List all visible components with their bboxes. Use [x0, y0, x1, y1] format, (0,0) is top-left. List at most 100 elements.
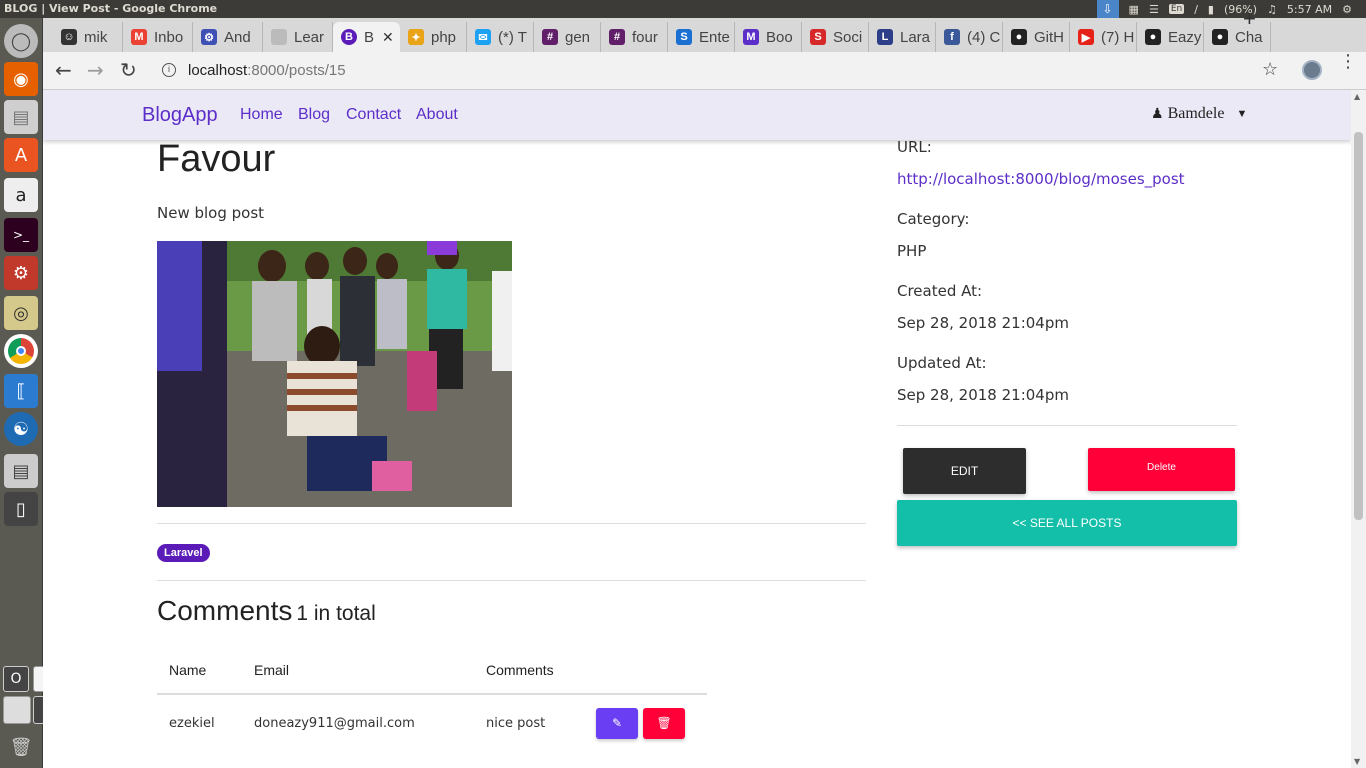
- download-icon[interactable]: ⇩: [1096, 0, 1119, 18]
- volume-icon[interactable]: ♫: [1267, 3, 1277, 16]
- workspace-blank-2[interactable]: [3, 696, 31, 724]
- amazon-icon[interactable]: a: [4, 178, 38, 212]
- scrollbar-thumb[interactable]: [1354, 132, 1363, 520]
- tag-badge[interactable]: Laravel: [157, 544, 210, 562]
- disk-icon[interactable]: ◎: [4, 296, 38, 330]
- tab-label: (7) H: [1101, 28, 1135, 46]
- browser-tab[interactable]: Lear: [263, 22, 333, 52]
- browser-tab[interactable]: L Lara: [869, 22, 936, 52]
- browser-tab[interactable]: # gen: [534, 22, 601, 52]
- bookmark-star-icon[interactable]: ☆: [1262, 59, 1278, 80]
- tab-favicon-icon: ●: [1011, 29, 1027, 45]
- accessibility-icon[interactable]: ☯: [4, 412, 38, 446]
- profile-avatar[interactable]: [1302, 60, 1322, 80]
- browser-tab[interactable]: ● Cha: [1204, 22, 1271, 52]
- brand-link[interactable]: BlogApp: [142, 104, 218, 127]
- power-gear-icon[interactable]: ⚙: [1342, 3, 1352, 16]
- battery-icon[interactable]: ▮: [1208, 3, 1214, 16]
- tab-favicon-icon: ✉: [475, 29, 491, 45]
- trash-icon: 🗑: [656, 716, 672, 730]
- created-value: Sep 28, 2018 21:04pm: [897, 314, 1069, 332]
- created-label: Created At:: [897, 282, 983, 300]
- nav-about[interactable]: About: [416, 106, 458, 124]
- edit-comment-button[interactable]: ✎: [596, 708, 638, 739]
- dash-home-icon[interactable]: ◯: [4, 24, 38, 58]
- url-host: localhost: [188, 61, 248, 79]
- workspace-switcher-icon[interactable]: ▦: [1129, 3, 1139, 16]
- close-tab-icon[interactable]: ✕: [382, 29, 394, 46]
- wifi-icon[interactable]: ☰: [1149, 3, 1159, 16]
- post-url-link[interactable]: http://localhost:8000/blog/moses_post: [897, 170, 1185, 188]
- drive-icon[interactable]: ▤: [4, 454, 38, 488]
- tab-label: Soci: [833, 28, 863, 46]
- vscode-icon[interactable]: ⟦: [4, 374, 38, 408]
- column-header-actions: [596, 646, 707, 695]
- tab-favicon-icon: #: [542, 29, 558, 45]
- delete-comment-button[interactable]: 🗑: [643, 708, 686, 739]
- post-title: Favour: [157, 138, 276, 180]
- workspace-left[interactable]: O: [3, 666, 29, 692]
- browser-tab[interactable]: ☺ mik: [53, 22, 123, 52]
- settings-icon[interactable]: ⚙: [4, 256, 38, 290]
- chrome-menu-icon[interactable]: ⋮: [1339, 53, 1357, 71]
- comment-text: nice post: [486, 716, 546, 731]
- chrome-icon[interactable]: [4, 334, 38, 368]
- browser-tab[interactable]: M Boo: [735, 22, 802, 52]
- browser-tab[interactable]: S Soci: [802, 22, 869, 52]
- tab-label: Boo: [766, 28, 793, 46]
- bluetooth-icon[interactable]: ∕: [1194, 3, 1198, 16]
- tab-label: Lara: [900, 28, 931, 46]
- column-header-comments: Comments: [474, 646, 596, 695]
- reload-button[interactable]: ↻: [120, 58, 137, 82]
- software-center-icon[interactable]: A: [4, 138, 38, 172]
- browser-tab[interactable]: ✉ (*) T: [467, 22, 534, 52]
- browser-tab[interactable]: ▶ (7) H: [1070, 22, 1137, 52]
- browser-tab[interactable]: # four: [601, 22, 668, 52]
- nav-contact[interactable]: Contact: [346, 106, 401, 124]
- back-button[interactable]: ←: [55, 58, 72, 82]
- nav-home[interactable]: Home: [240, 106, 283, 124]
- clock[interactable]: 5:57 AM: [1287, 3, 1332, 16]
- tab-label: Ente: [699, 28, 730, 46]
- scroll-down-icon[interactable]: ▼: [1354, 757, 1360, 766]
- firefox-icon[interactable]: ◉: [4, 62, 38, 96]
- divider: [157, 580, 866, 581]
- tab-label: php: [431, 28, 457, 46]
- user-dropdown[interactable]: ♟ Bamdele ▼: [1151, 105, 1247, 123]
- system-top-bar: BLOG | View Post - Google Chrome ⇩ ▦ ☰ E…: [0, 0, 1366, 18]
- trash-icon[interactable]: 🗑: [4, 730, 38, 764]
- tab-favicon-icon: f: [944, 29, 960, 45]
- browser-tab[interactable]: f (4) C: [936, 22, 1003, 52]
- tab-label: And: [224, 28, 251, 46]
- browser-tab[interactable]: B B ✕: [333, 22, 400, 52]
- browser-tab[interactable]: M Inbo: [123, 22, 193, 52]
- site-info-icon[interactable]: i: [162, 63, 176, 77]
- terminal-icon[interactable]: >_: [4, 218, 38, 252]
- browser-tab[interactable]: ● Eazy: [1137, 22, 1204, 52]
- forward-button[interactable]: →: [87, 58, 104, 82]
- tab-label: Lear: [294, 28, 325, 46]
- post-body: New blog post: [157, 204, 265, 222]
- page-viewport: BlogApp Home Blog Contact About ♟ Bamdel…: [43, 90, 1351, 768]
- phone-icon[interactable]: ▯: [4, 492, 38, 526]
- nav-blog[interactable]: Blog: [298, 106, 330, 124]
- scroll-up-icon[interactable]: ▲: [1354, 92, 1360, 101]
- browser-tab[interactable]: ⚙ And: [193, 22, 263, 52]
- column-header-email: Email: [242, 646, 474, 695]
- page-scrollbar[interactable]: ▲ ▼: [1351, 90, 1366, 768]
- omnibox[interactable]: i localhost:8000/posts/15: [158, 55, 1258, 85]
- comment-email: doneazy911@gmail.com: [254, 716, 415, 731]
- user-icon: ♟: [1151, 106, 1164, 122]
- tab-favicon-icon: M: [131, 29, 147, 45]
- browser-tab[interactable]: S Ente: [668, 22, 735, 52]
- files-icon[interactable]: ▤: [4, 100, 38, 134]
- browser-tab[interactable]: ● GitH: [1003, 22, 1070, 52]
- tab-favicon-icon: ✦: [408, 29, 424, 45]
- delete-post-button[interactable]: Delete: [1088, 448, 1235, 491]
- edit-post-button[interactable]: EDIT: [903, 448, 1026, 494]
- post-image: [157, 241, 512, 507]
- new-tab-button[interactable]: +: [1243, 6, 1256, 32]
- keyboard-layout-indicator[interactable]: En: [1168, 4, 1185, 14]
- see-all-posts-button[interactable]: << SEE ALL POSTS: [897, 500, 1237, 546]
- browser-tab[interactable]: ✦ php: [400, 22, 467, 52]
